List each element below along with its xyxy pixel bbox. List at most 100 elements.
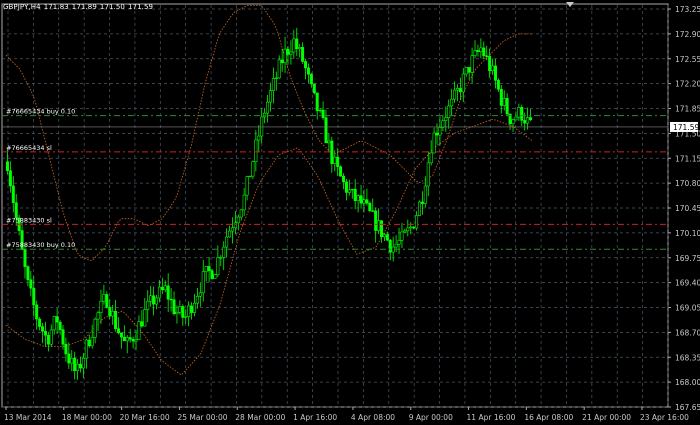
candle-body (295, 38, 299, 49)
candle-body (84, 339, 88, 359)
candle-body (336, 156, 340, 167)
candle-body (87, 339, 91, 347)
candle-body (388, 239, 392, 253)
candle-body (263, 112, 267, 118)
candle-body (371, 210, 375, 212)
price-tick-label: 171.85 (675, 105, 700, 114)
candle-body (324, 117, 328, 144)
candle-body (309, 73, 313, 85)
candle-body (172, 299, 176, 315)
candle-body (283, 48, 287, 64)
open-value: 171.83 (43, 3, 69, 11)
candle-body (152, 295, 156, 305)
candle-body (274, 77, 278, 79)
candle-body (377, 220, 381, 231)
price-tick-label: 168.70 (675, 328, 700, 337)
candle-body (11, 185, 15, 204)
candle-body (453, 89, 457, 100)
candle-body (333, 156, 337, 164)
candle-body (76, 363, 80, 371)
candle-body (485, 55, 489, 57)
candle-body (122, 336, 126, 342)
candle-body (374, 210, 378, 231)
candle-body (292, 38, 296, 53)
candle-body (280, 59, 284, 64)
candle-body (312, 83, 316, 94)
time-tick-label: 23 Apr 16:00 (640, 413, 689, 422)
candle-body (289, 51, 293, 55)
candle-body (482, 47, 486, 57)
candle-body (38, 318, 42, 327)
candle-body (52, 316, 56, 331)
candle-body (365, 199, 369, 204)
time-tick-label: 9 Apr 00:00 (409, 413, 453, 422)
candle-body (55, 316, 59, 323)
order-line-label: #76665434 sl (6, 144, 52, 152)
candle-body (347, 189, 351, 193)
price-tick-label: 169.40 (675, 279, 700, 288)
chart-shift-icon[interactable] (566, 2, 574, 7)
candle-body (476, 50, 480, 52)
candle-body (61, 329, 65, 345)
high-value: 171.89 (71, 3, 97, 11)
candle-body (117, 328, 121, 334)
candle-body (321, 109, 325, 118)
candle-body (301, 47, 305, 62)
candle-body (143, 309, 147, 327)
candle-body (222, 246, 226, 258)
candle-body (219, 257, 223, 259)
candle-body (26, 266, 30, 281)
candle-body (198, 292, 202, 297)
candle-body (184, 316, 188, 318)
candle-body (438, 127, 442, 136)
close-value: 171.59 (127, 3, 154, 11)
candle-body (286, 48, 290, 55)
candle-body (493, 65, 497, 81)
candle-body (70, 357, 74, 364)
time-tick-label: 16 Apr 08:00 (524, 413, 573, 422)
candle-body (268, 90, 272, 103)
candle-body (353, 188, 357, 201)
candle-body (251, 161, 255, 177)
time-tick-label: 20 Mar 16:00 (120, 413, 170, 422)
candle-body (444, 117, 448, 122)
upper-band-line (5, 5, 532, 262)
time-tick-label: 4 Apr 08:00 (351, 413, 395, 422)
candle-body (114, 310, 118, 329)
candle-body (166, 285, 170, 300)
candle-body (79, 363, 83, 369)
candle-body (417, 201, 421, 216)
time-tick-label: 18 Mar 00:00 (62, 413, 112, 422)
candle-body (119, 332, 123, 338)
price-tick-label: 173.25 (675, 5, 700, 14)
order-line-label: #75883430 buy 0.10 (6, 241, 75, 249)
candle-body (409, 226, 413, 229)
candle-body (190, 305, 194, 313)
candle-body (157, 286, 161, 299)
candle-body (204, 266, 208, 272)
price-tick-label: 167.65 (675, 403, 700, 412)
candle-body (35, 304, 39, 320)
candle-body (181, 306, 185, 318)
candle-body (523, 120, 527, 124)
candle-body (254, 139, 258, 163)
candle-body (32, 287, 36, 306)
candle-body (160, 286, 164, 291)
price-chart[interactable]: 173.25172.90172.55172.20171.85171.50171.… (0, 0, 700, 425)
candle-body (385, 234, 389, 241)
candle-body (435, 132, 439, 136)
candle-body (406, 227, 410, 232)
candle-body (499, 88, 503, 106)
candle-body (134, 339, 138, 342)
candle-body (526, 117, 530, 124)
candle-body (111, 310, 115, 317)
candle-body (102, 294, 106, 302)
candle-body (228, 230, 232, 238)
chart-window[interactable]: 173.25 172.90 172.55 172.20 171.85 171.50 171.… (0, 0, 700, 425)
time-tick-label: 21 Apr 00:00 (582, 413, 631, 422)
candle-body (96, 312, 100, 320)
candle-body (43, 330, 47, 336)
candle-body (382, 234, 386, 238)
candle-body (99, 300, 103, 313)
candle-body (260, 116, 264, 137)
